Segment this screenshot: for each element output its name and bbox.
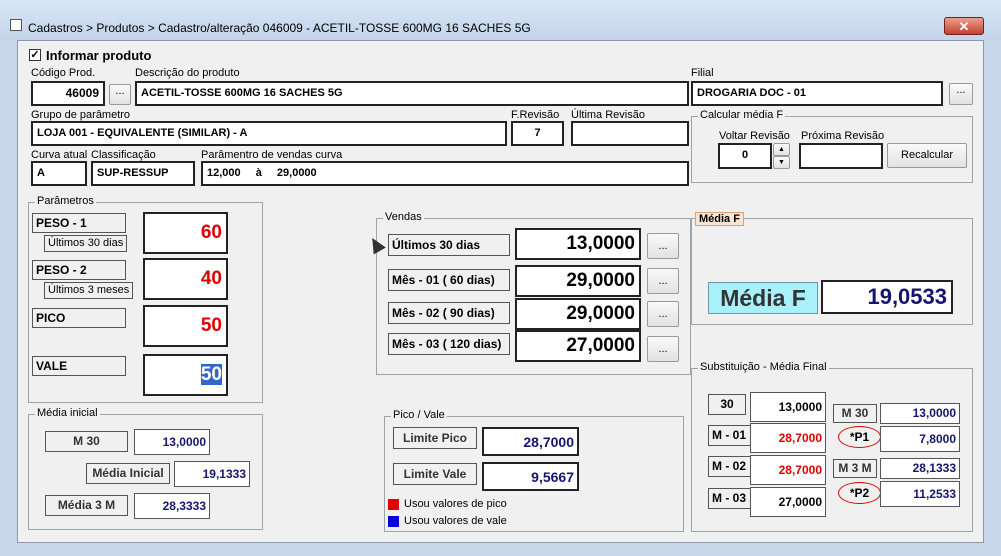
voltar-revisao-label: Voltar Revisão [719,130,790,142]
codigo-lookup-button[interactable]: ... [109,84,131,105]
subst-p1-label: *P1 [838,426,881,448]
limite-vale-value[interactable]: 9,5667 [482,462,579,491]
vendas-row-button[interactable]: ... [647,301,679,327]
classificacao-field[interactable]: SUP-RESSUP [91,161,195,186]
subst-30-value[interactable]: 13,0000 [750,392,826,422]
spin-down-button[interactable]: ▼ [773,156,790,169]
form-area: ✓ Informar produto Código Prod. 46009 ..… [17,40,984,543]
spin-up-button[interactable]: ▲ [773,143,790,156]
media-f-title: Média F [695,212,744,226]
subst-m3m-label: M 3 M [833,459,877,478]
subst-m3m-value[interactable]: 28,1333 [880,458,960,479]
frevisao-field[interactable]: 7 [511,121,564,146]
parametro-to: 29,0000 [276,167,317,179]
limite-vale-label: Limite Vale [393,463,477,485]
proxima-revisao-field[interactable] [799,143,883,169]
proxima-revisao-label: Próxima Revisão [801,130,885,142]
subst-mm30-value[interactable]: 13,0000 [880,403,960,424]
subst-m02-label: M - 02 [708,456,752,477]
vendas-row-value[interactable]: 29,0000 [515,265,641,297]
descricao-label: Descrição do produto [135,67,240,79]
parametro-a: à [255,167,262,179]
codigo-field[interactable]: 46009 [31,81,105,106]
close-button[interactable]: ✕ [944,17,984,35]
vale-value-selected: 50 [200,364,222,385]
peso1-value[interactable]: 60 [143,212,228,254]
vendas-title: Vendas [383,211,424,223]
vale-value[interactable]: 50 [143,354,228,396]
vendas-row-value[interactable]: 13,0000 [515,228,641,260]
subst-m03-value[interactable]: 27,0000 [750,487,826,517]
ultima-revisao-label: Última Revisão [571,109,645,121]
media-f-label: Média F [708,282,818,314]
subst-m02-value[interactable]: 28,7000 [750,455,826,485]
media-f-value[interactable]: 19,0533 [821,280,953,314]
peso1-sub-label: Últimos 30 dias [44,235,128,252]
parametros-title: Parâmetros [35,195,96,207]
pico-vale-title: Pico / Vale [391,409,447,421]
subst-m01-value[interactable]: 28,7000 [750,423,826,453]
peso2-label: PESO - 2 [32,260,126,280]
filial-field[interactable]: DROGARIA DOC - 01 [691,81,943,106]
legend-pico-label: Usou valores de pico [404,498,507,510]
curva-field[interactable]: A [31,161,87,186]
vendas-row-label: Mês - 03 ( 120 dias) [388,333,510,355]
vendas-row-button[interactable]: ... [647,336,679,362]
subst-p2-label: *P2 [838,482,881,504]
pico-label: PICO [32,308,126,328]
legend-vale-label: Usou valores de vale [404,515,507,527]
recalcular-button[interactable]: Recalcular [887,143,967,168]
pico-value[interactable]: 50 [143,305,228,347]
mi-media3m-label: Média 3 M [45,495,128,516]
vendas-row-label: Mês - 01 ( 60 dias) [388,269,510,291]
mi-media-inicial-label: Média Inicial [86,463,170,484]
limite-pico-value[interactable]: 28,7000 [482,427,579,456]
parametro-curva-field[interactable]: 12,000 à 29,0000 [201,161,689,186]
subst-mm30-label: M 30 [833,404,877,423]
filial-lookup-button[interactable]: ... [949,83,973,105]
app-icon [10,19,22,31]
vendas-row-value[interactable]: 29,0000 [515,298,641,330]
subst-m01-label: M - 01 [708,425,752,446]
frevisao-label: F.Revisão [511,109,560,121]
vendas-row-button[interactable]: ... [647,233,679,259]
informar-label: Informar produto [46,48,152,63]
subst-p2-value[interactable]: 11,2533 [880,481,960,507]
voltar-revisao-field[interactable]: 0 [718,143,772,169]
ultima-revisao-field[interactable] [571,121,689,146]
legend-vale-swatch [388,516,399,527]
limite-pico-label: Limite Pico [393,427,477,449]
classificacao-label: Classificação [91,149,156,161]
mi-media3m-value[interactable]: 28,3333 [134,493,210,519]
filial-label: Filial [691,67,714,79]
curva-label: Curva atual [31,149,88,161]
vendas-row-value[interactable]: 27,0000 [515,330,641,362]
vendas-row-label: Últimos 30 dias [388,234,510,256]
media-inicial-title: Média inicial [35,407,100,419]
subst-p1-value[interactable]: 7,8000 [880,426,960,452]
grupo-field[interactable]: LOJA 001 - EQUIVALENTE (SIMILAR) - A [31,121,507,146]
grupo-label: Grupo de parâmetro [31,109,131,121]
vendas-row-button[interactable]: ... [647,268,679,294]
parametro-curva-label: Parâmentro de vendas curva [201,149,343,161]
mi-m30-value[interactable]: 13,0000 [134,429,210,455]
vale-label: VALE [32,356,126,376]
substituicao-title: Substituição - Média Final [698,361,829,373]
calcular-media-title: Calcular média F [698,109,786,121]
parametro-from: 12,000 [207,167,241,179]
mi-media-inicial-value[interactable]: 19,1333 [174,461,250,487]
descricao-field[interactable]: ACETIL-TOSSE 600MG 16 SACHES 5G [135,81,689,106]
vendas-row-label: Mês - 02 ( 90 dias) [388,302,510,324]
informar-checkbox[interactable]: ✓ [29,49,41,61]
peso1-label: PESO - 1 [32,213,126,233]
codigo-label: Código Prod. [31,67,96,79]
subst-m03-label: M - 03 [708,488,752,509]
mi-m30-label: M 30 [45,431,128,452]
peso2-sub-label: Últimos 3 meses [44,282,134,299]
legend-pico-swatch [388,499,399,510]
peso2-value[interactable]: 40 [143,258,228,300]
subst-30-label: 30 [708,394,746,415]
window-title: Cadastros > Produtos > Cadastro/alteraçã… [28,21,531,35]
